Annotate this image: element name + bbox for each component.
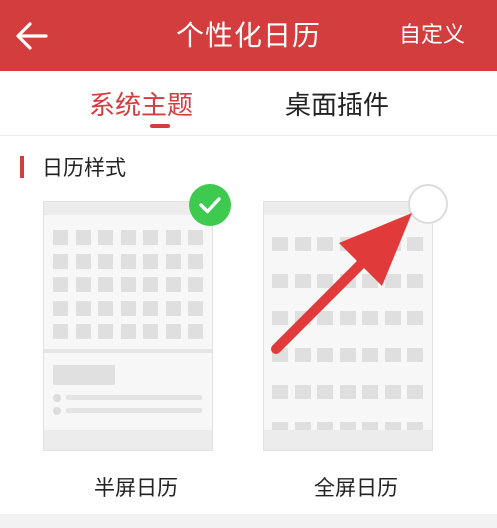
tab-system-theme[interactable]: 系统主题	[89, 85, 193, 122]
style-label-full-screen: 全屏日历	[314, 476, 398, 500]
calendar-day-cell	[362, 385, 378, 399]
calendar-day-cell	[294, 237, 311, 251]
calendar-day-cell	[143, 277, 158, 292]
calendar-day-cell	[165, 253, 181, 269]
calendar-day-cell	[407, 348, 423, 362]
calendar-day-cell	[165, 230, 181, 245]
calendar-day-cell	[75, 253, 91, 269]
calendar-day-cell	[165, 324, 181, 339]
calendar-day-cell	[384, 311, 401, 325]
calendar-day-cell	[294, 274, 311, 288]
calendar-day-cell	[339, 274, 356, 288]
style-card-half-screen[interactable]	[43, 201, 213, 451]
calendar-day-cell	[317, 385, 333, 399]
section-accent-bar	[20, 156, 24, 178]
calendar-day-cell	[188, 324, 203, 339]
calendar-day-cell	[75, 230, 91, 245]
calendar-day-cell	[75, 300, 91, 316]
calendar-day-cell	[120, 300, 136, 316]
calendar-day-cell	[98, 324, 113, 339]
calendar-day-cell	[339, 385, 356, 399]
calendar-day-cell	[384, 274, 401, 288]
calendar-day-cell	[98, 253, 113, 269]
calendar-day-cell	[53, 253, 68, 269]
calendar-day-cell	[407, 311, 423, 325]
calendar-day-cell	[294, 311, 311, 325]
calendar-day-cell	[143, 324, 158, 339]
calendar-day-cell	[98, 230, 113, 245]
calendar-day-cell	[362, 348, 378, 362]
calendar-day-cell	[294, 348, 311, 362]
calendar-day-cell	[362, 274, 378, 288]
calendar-day-cell	[165, 300, 181, 316]
calendar-day-cell	[272, 311, 288, 325]
tab-bar: 系统主题 桌面插件	[0, 71, 497, 136]
calendar-day-cell	[188, 230, 203, 245]
section-divider	[0, 514, 497, 528]
calendar-day-cell	[317, 348, 333, 362]
calendar-day-cell	[165, 277, 181, 292]
calendar-day-cell	[120, 253, 136, 269]
calendar-day-cell	[384, 348, 401, 362]
calendar-day-cell	[384, 385, 401, 399]
calendar-day-cell	[143, 253, 158, 269]
calendar-day-cell	[272, 385, 288, 399]
calendar-day-cell	[98, 300, 113, 316]
radio-empty-icon[interactable]	[408, 184, 448, 224]
calendar-day-cell	[120, 277, 136, 292]
customize-button[interactable]: 自定义	[399, 0, 465, 71]
calendar-day-cell	[53, 324, 68, 339]
event-header-block	[53, 365, 115, 385]
calendar-day-cell	[272, 237, 288, 251]
calendar-day-cell	[98, 277, 113, 292]
calendar-day-cell	[294, 385, 311, 399]
calendar-day-cell	[272, 348, 288, 362]
calendar-day-cell	[53, 230, 68, 245]
calendar-day-cell	[362, 237, 378, 251]
calendar-day-cell	[120, 230, 136, 245]
calendar-day-cell	[407, 274, 423, 288]
style-label-half-screen: 半屏日历	[94, 476, 178, 500]
calendar-day-cell	[272, 274, 288, 288]
active-tab-indicator	[150, 124, 170, 128]
section-title: 日历样式	[42, 156, 126, 180]
calendar-day-cell	[384, 237, 401, 251]
calendar-day-cell	[339, 348, 356, 362]
calendar-day-cell	[339, 237, 356, 251]
calendar-day-cell	[407, 237, 423, 251]
calendar-day-cell	[317, 274, 333, 288]
full-screen-preview	[263, 201, 433, 451]
calendar-day-cell	[75, 277, 91, 292]
calendar-day-cell	[75, 324, 91, 339]
calendar-day-cell	[143, 230, 158, 245]
calendar-day-cell	[317, 237, 333, 251]
style-card-full-screen[interactable]	[263, 201, 433, 451]
top-app-bar: 个性化日历 自定义	[0, 0, 497, 71]
calendar-day-cell	[143, 300, 158, 316]
calendar-day-cell	[188, 300, 203, 316]
calendar-day-cell	[407, 385, 423, 399]
half-screen-preview	[43, 201, 213, 451]
calendar-day-cell	[188, 253, 203, 269]
tab-desktop-widget[interactable]: 桌面插件	[285, 85, 389, 122]
calendar-day-cell	[188, 277, 203, 292]
calendar-day-cell	[53, 277, 68, 292]
calendar-day-cell	[53, 300, 68, 316]
check-circle-icon	[189, 184, 231, 226]
calendar-day-cell	[317, 311, 333, 325]
calendar-day-cell	[362, 311, 378, 325]
calendar-day-cell	[120, 324, 136, 339]
calendar-day-cell	[339, 311, 356, 325]
